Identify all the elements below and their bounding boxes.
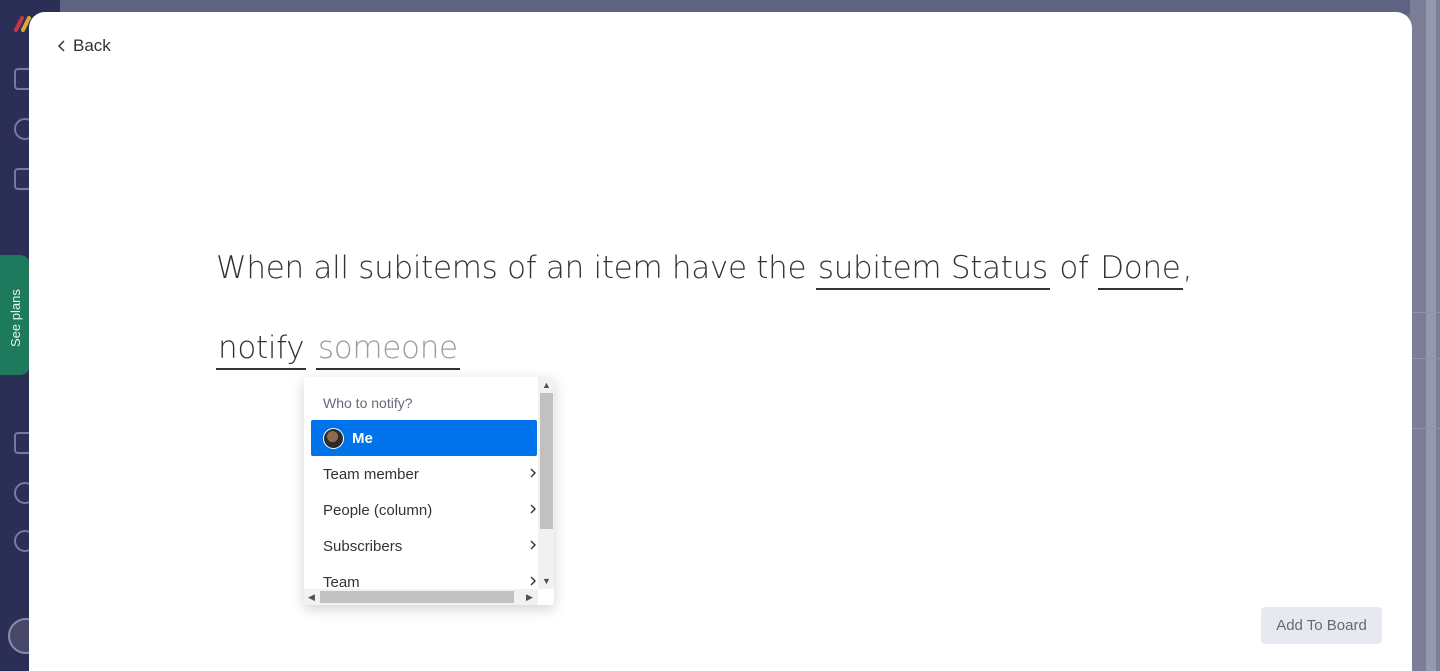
scroll-right-icon[interactable]: ▶: [526, 592, 533, 602]
scroll-up-icon[interactable]: ▲: [542, 381, 551, 390]
horizontal-scroll-thumb[interactable]: [320, 591, 514, 603]
who-to-notify-dropdown: Who to notify? Me Team member People (co…: [304, 377, 554, 605]
notify-action-token[interactable]: notify: [216, 330, 307, 370]
app-board-edge: [1410, 0, 1440, 671]
back-button[interactable]: Back: [57, 36, 111, 56]
dropdown-item-people-column[interactable]: People (column): [311, 492, 537, 528]
recipient-token[interactable]: someone: [315, 330, 460, 370]
back-label: Back: [73, 36, 111, 55]
recipe-trigger-text: When all subitems of an item have the: [216, 250, 807, 286]
recipe-of-text: of: [1059, 250, 1089, 286]
dropdown-title: Who to notify?: [323, 395, 413, 411]
dropdown-item-label: Me: [352, 429, 373, 447]
page-scrollbar: [1426, 0, 1436, 671]
vertical-scroll-thumb[interactable]: [540, 393, 553, 529]
dropdown-item-label: People (column): [323, 501, 433, 519]
board-row-divider: [1410, 312, 1440, 313]
dropdown-item-label: Team member: [323, 465, 419, 483]
user-avatar: [323, 427, 344, 449]
chevron-left-icon: [57, 40, 65, 52]
dropdown-horizontal-scrollbar[interactable]: ◀ ▶: [304, 589, 538, 605]
automation-recipe-modal: Back When all subitems of an item have t…: [29, 12, 1412, 671]
scroll-down-icon[interactable]: ▼: [542, 577, 551, 586]
chevron-right-icon: [530, 504, 536, 514]
subitem-column-token[interactable]: subitem Status: [815, 250, 1050, 290]
recipe-sentence-line-1: When all subitems of an item have the su…: [216, 250, 1192, 290]
add-to-board-button[interactable]: Add To Board: [1261, 607, 1382, 644]
dropdown-vertical-scrollbar[interactable]: ▲ ▼: [538, 377, 554, 589]
dropdown-item-team-member[interactable]: Team member: [311, 456, 537, 492]
see-plans-label: See plans: [8, 289, 23, 347]
status-value-token[interactable]: Done: [1098, 250, 1183, 290]
dropdown-item-label: Team: [323, 573, 360, 591]
recipe-sentence-line-2: notify someone: [216, 330, 460, 370]
see-plans-tab: See plans: [0, 255, 30, 375]
recipe-comma: ,: [1182, 250, 1193, 286]
board-row-divider: [1410, 428, 1440, 429]
chevron-right-icon: [530, 576, 536, 586]
chevron-right-icon: [530, 468, 536, 478]
dropdown-item-subscribers[interactable]: Subscribers: [311, 528, 537, 564]
dropdown-item-label: Subscribers: [323, 537, 403, 555]
chevron-right-icon: [530, 540, 536, 550]
scroll-left-icon[interactable]: ◀: [308, 592, 315, 602]
board-row-divider: [1410, 358, 1440, 359]
dropdown-item-me[interactable]: Me: [311, 420, 537, 456]
